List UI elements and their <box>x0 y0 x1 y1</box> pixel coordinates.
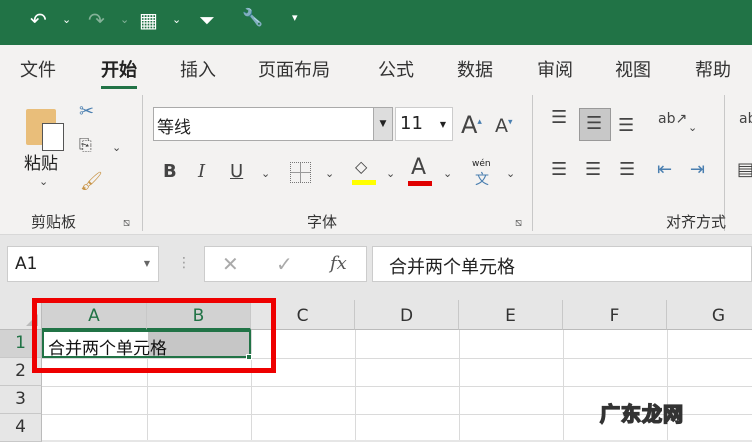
cut-icon[interactable]: ✂ <box>79 101 94 122</box>
row-header-3[interactable]: 3 <box>0 386 42 414</box>
orientation-dropdown[interactable]: ⌄ <box>688 121 697 134</box>
fill-color-bar <box>352 180 376 185</box>
borders-dropdown[interactable]: ⌄ <box>325 167 334 180</box>
underline-button[interactable]: U <box>230 161 243 182</box>
font-launcher-icon[interactable]: ⧅ <box>515 216 522 230</box>
font-group-label: 字体 <box>307 213 338 231</box>
clipboard-launcher-icon[interactable]: ⧅ <box>123 216 130 230</box>
gridline <box>563 330 564 440</box>
bold-button[interactable]: B <box>163 161 177 182</box>
increase-indent-icon[interactable]: ⇥ <box>690 159 705 180</box>
fill-color-dropdown[interactable]: ⌄ <box>386 167 395 180</box>
name-box[interactable]: A1 ▼ <box>7 246 159 282</box>
quick-access-toolbar: ↶ ⌄ ↷ ⌄ ▦ ⌄ ⏷ 🔧 ▾ <box>0 0 752 45</box>
filter-icon[interactable]: ⏷ <box>199 8 215 32</box>
tab-formulas[interactable]: 公式 <box>378 56 414 82</box>
undo-dropdown[interactable]: ⌄ <box>62 13 71 26</box>
paper-icon <box>42 123 64 151</box>
phonetic-top[interactable]: wén <box>472 159 491 169</box>
tools-icon[interactable]: 🔧 <box>242 8 263 28</box>
copy-dropdown[interactable]: ⌄ <box>112 141 121 154</box>
divider <box>142 95 143 231</box>
formula-input[interactable]: 合并两个单元格 <box>372 246 752 282</box>
wrap-text-icon[interactable]: ab <box>739 111 752 127</box>
column-header-d[interactable]: D <box>355 300 459 330</box>
font-color-bar <box>408 181 432 186</box>
merge-center-icon[interactable]: ▤ <box>737 159 752 180</box>
clipboard-group-label: 剪贴板 <box>31 213 77 231</box>
align-left-icon[interactable]: ☰ <box>551 159 567 180</box>
paste-button[interactable] <box>24 101 68 151</box>
gridline <box>42 386 752 387</box>
drag-handle[interactable]: ⋮ <box>177 255 191 271</box>
customize-icon[interactable]: ▾ <box>292 11 298 24</box>
formula-buttons: ✕ ✓ fx <box>204 246 367 282</box>
font-name-input[interactable]: 等线 <box>153 107 393 141</box>
column-header-f[interactable]: F <box>563 300 667 330</box>
ribbon: 粘贴 ⌄ ✂ ⎘ ⌄ 🖌 剪贴板 ⧅ 等线 ▼ 11 ▼ A▴ A▾ B I U ⌄… <box>0 89 752 235</box>
orientation-icon[interactable]: ab↗ <box>658 111 687 127</box>
align-right-icon[interactable]: ☰ <box>619 159 635 180</box>
insert-function-button[interactable]: fx <box>330 253 347 274</box>
table-format-icon[interactable]: ▦ <box>139 8 158 32</box>
tab-file[interactable]: 文件 <box>20 56 56 82</box>
tab-view[interactable]: 视图 <box>615 56 651 82</box>
font-size-value: 11 <box>400 113 423 134</box>
format-dropdown[interactable]: ⌄ <box>172 13 181 26</box>
phonetic-icon[interactable]: 文 <box>475 169 489 189</box>
name-box-value: A1 <box>15 254 38 274</box>
decrease-font-icon[interactable]: A▾ <box>495 115 513 137</box>
tab-help[interactable]: 帮助 <box>695 56 731 82</box>
formula-bar: A1 ▼ ⋮ ✕ ✓ fx 合并两个单元格 <box>0 235 752 300</box>
paste-dropdown[interactable]: ⌄ <box>39 175 48 188</box>
ribbon-tabs: 文件 开始 插入 页面布局 公式 数据 审阅 视图 帮助 <box>0 45 752 90</box>
redo-dropdown[interactable]: ⌄ <box>120 13 129 26</box>
font-size-dropdown[interactable]: ▼ <box>440 120 446 129</box>
tab-page-layout[interactable]: 页面布局 <box>258 56 330 82</box>
font-name-dropdown[interactable]: ▼ <box>373 107 393 141</box>
divider <box>532 95 533 231</box>
font-size-input[interactable]: 11 ▼ <box>395 107 453 141</box>
align-top-icon[interactable]: ☰ <box>551 107 567 128</box>
redo-icon[interactable]: ↷ <box>88 8 105 32</box>
format-painter-icon[interactable]: 🖌 <box>80 171 103 192</box>
align-middle-button[interactable]: ☰ <box>579 108 611 141</box>
italic-button[interactable]: I <box>198 161 205 182</box>
decrease-indent-icon[interactable]: ⇤ <box>657 159 672 180</box>
column-header-g[interactable]: G <box>667 300 752 330</box>
alignment-group-label: 对齐方式 <box>666 213 727 231</box>
font-color-dropdown[interactable]: ⌄ <box>443 167 452 180</box>
fill-color-icon[interactable]: ◇ <box>355 157 367 176</box>
gridline <box>355 330 356 440</box>
font-color-button[interactable]: A <box>411 155 426 180</box>
tab-insert[interactable]: 插入 <box>180 56 216 82</box>
highlight-annotation-box <box>32 298 276 373</box>
tab-review[interactable]: 审阅 <box>537 56 573 82</box>
align-center-icon[interactable]: ☰ <box>585 159 601 180</box>
tab-home[interactable]: 开始 <box>101 56 137 90</box>
phonetic-dropdown[interactable]: ⌄ <box>506 167 515 180</box>
paste-label[interactable]: 粘贴 <box>24 149 58 174</box>
underline-dropdown[interactable]: ⌄ <box>261 167 270 180</box>
undo-icon[interactable]: ↶ <box>30 8 47 32</box>
copy-icon[interactable]: ⎘ <box>79 135 92 155</box>
row-header-4[interactable]: 4 <box>0 414 42 442</box>
align-bottom-icon[interactable]: ☰ <box>618 115 634 136</box>
tab-data[interactable]: 数据 <box>457 56 493 82</box>
column-header-e[interactable]: E <box>459 300 563 330</box>
enter-icon[interactable]: ✓ <box>276 252 293 276</box>
name-box-dropdown[interactable]: ▼ <box>144 259 150 268</box>
cancel-icon[interactable]: ✕ <box>222 252 239 276</box>
borders-icon[interactable] <box>290 162 311 183</box>
gridline <box>459 330 460 440</box>
watermark: 广东龙网 <box>599 401 684 427</box>
increase-font-icon[interactable]: A▴ <box>461 111 482 139</box>
